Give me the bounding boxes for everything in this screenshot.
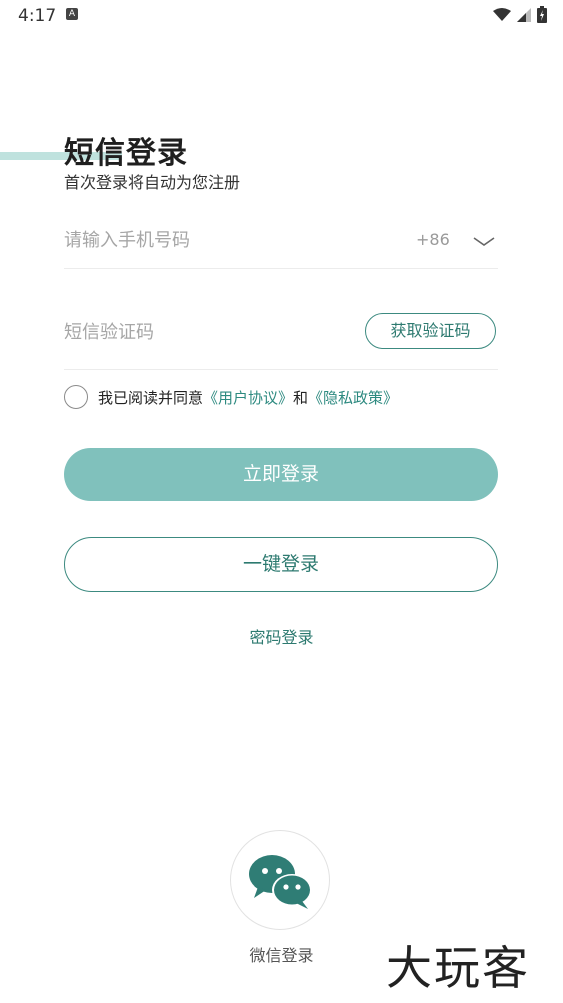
sms-code-row: 获取验证码 — [64, 310, 498, 370]
wifi-icon — [493, 7, 511, 21]
country-code[interactable]: +86 — [416, 230, 450, 249]
signal-icon — [517, 7, 531, 22]
agreement-row: 我已阅读并同意 《用户协议》 和 《隐私政策》 — [64, 383, 398, 411]
status-bar: 4:17 A — [0, 0, 563, 32]
page-title: 短信登录 — [64, 136, 188, 171]
user-agreement-link[interactable]: 《用户协议》 — [203, 387, 293, 408]
wechat-login-button[interactable] — [230, 830, 330, 930]
wechat-icon — [249, 855, 312, 909]
login-button[interactable]: 立即登录 — [64, 448, 498, 501]
chevron-down-icon[interactable] — [472, 230, 496, 254]
status-time: 4:17 — [18, 6, 57, 26]
status-icons — [493, 6, 547, 23]
sms-code-input[interactable] — [64, 314, 334, 350]
privacy-policy-link[interactable]: 《隐私政策》 — [308, 387, 398, 408]
get-code-button[interactable]: 获取验证码 — [365, 313, 496, 349]
watermark: 大玩客 — [386, 941, 530, 995]
agreement-checkbox[interactable] — [64, 385, 88, 409]
phone-input[interactable] — [64, 222, 364, 258]
agreement-conjunction: 和 — [293, 388, 309, 407]
battery-icon — [537, 6, 547, 23]
page-subtitle: 首次登录将自动为您注册 — [64, 173, 241, 192]
phone-row: +86 — [64, 222, 498, 269]
notification-a-icon: A — [66, 8, 78, 20]
password-login-link[interactable]: 密码登录 — [0, 624, 563, 648]
agreement-text: 我已阅读并同意 — [98, 388, 204, 407]
one-key-login-button[interactable]: 一键登录 — [64, 537, 498, 592]
